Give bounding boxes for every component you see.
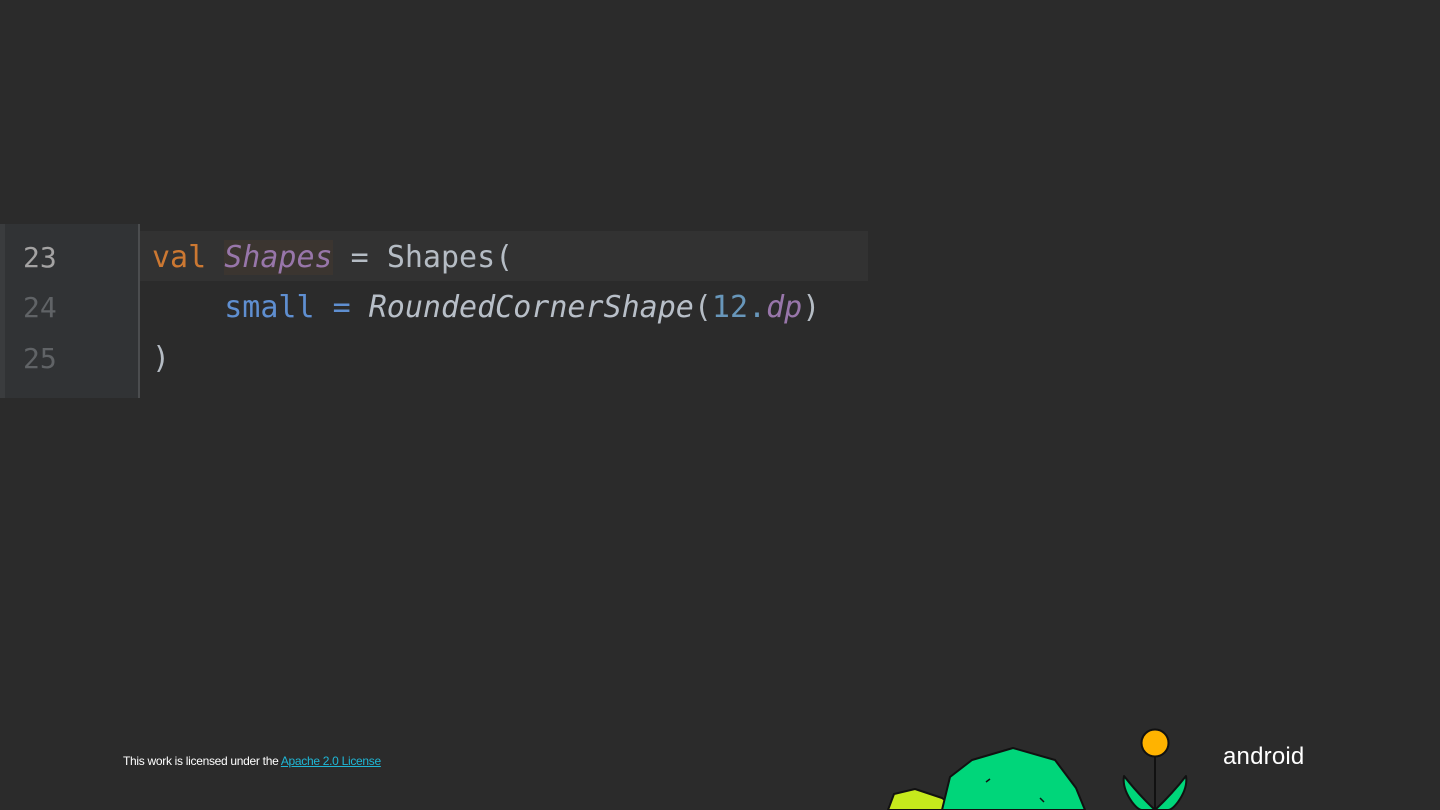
line-number: 24 [23,291,57,324]
call-token: Shapes( [386,240,514,275]
extension-token: dp [766,290,803,325]
paren-token: ) [802,290,821,325]
license-text: This work is licensed under the [123,754,281,768]
paren-token: ( [693,290,712,325]
paren-token: ) [152,341,171,376]
keyword-token: val [152,240,207,275]
line-number: 23 [23,241,57,274]
function-token: RoundedCornerShape [368,290,694,325]
named-argument-token: small [224,290,315,325]
number-token: 12. [711,290,767,325]
operator-token: = [332,240,387,275]
code-line[interactable]: val Shapes = Shapes( [152,233,513,283]
android-plants-illustration-icon [887,728,1188,810]
line-number: 25 [23,342,57,375]
line-number-gutter: 23 24 25 [0,224,138,398]
code-line[interactable]: ) [152,334,170,384]
code-line[interactable]: small = RoundedCornerShape(12.dp) [152,283,820,333]
code-editor: 23 24 25 val Shapes = Shapes( small = Ro… [0,224,868,398]
operator-token: = [314,290,369,325]
property-token: Shapes [224,240,333,275]
android-logo: android [1223,743,1305,770]
license-notice: This work is licensed under the Apache 2… [123,754,381,768]
license-link[interactable]: Apache 2.0 License [281,754,381,768]
